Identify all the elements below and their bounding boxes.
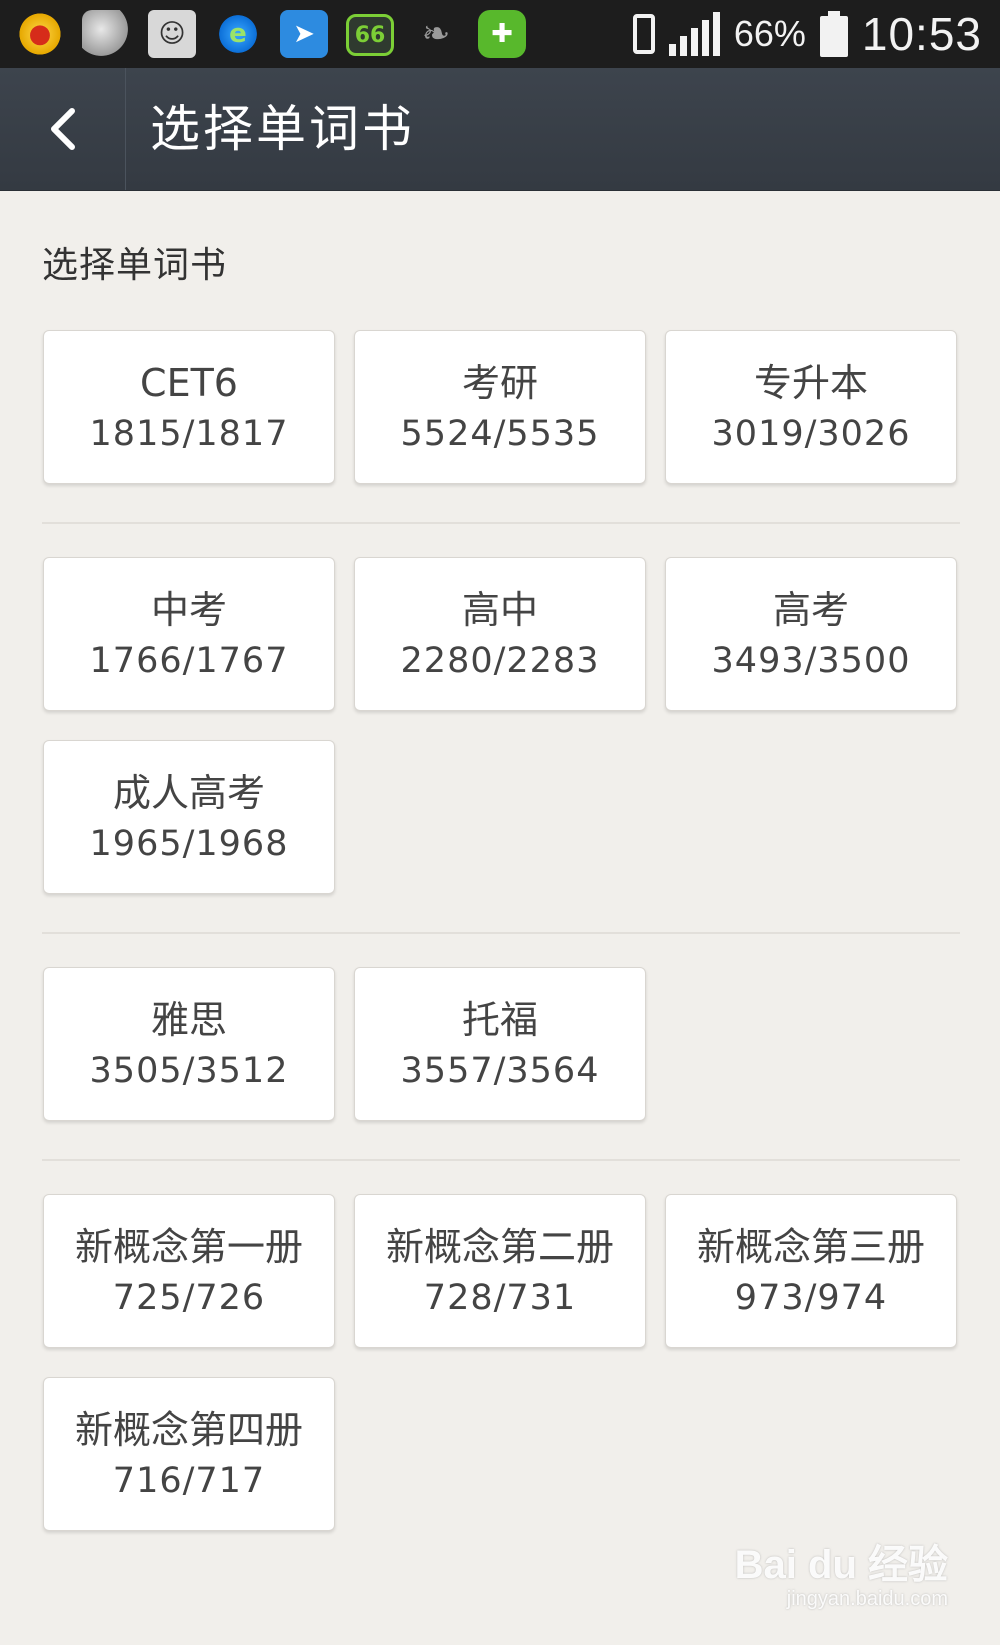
book-name: 雅思 xyxy=(150,998,227,1042)
book-card-cet6[interactable]: CET6 1815/1817 xyxy=(43,330,335,484)
group-divider xyxy=(42,932,960,934)
baidu-jingyan-watermark: Bai du 经验 jingyan.baidu.com xyxy=(735,1532,948,1611)
group-divider xyxy=(42,522,960,524)
book-name: 托福 xyxy=(461,998,538,1042)
notification-icons: ● ☺ e ➤ 66 ❧ ✚ xyxy=(16,10,526,58)
counter-icon-text: 66 xyxy=(354,22,386,48)
battery-percent: 66% xyxy=(733,13,806,54)
book-name: 新概念第一册 xyxy=(74,1225,303,1269)
section-title: 选择单词书 xyxy=(42,245,228,286)
book-card-nce-3[interactable]: 新概念第三册 973/974 xyxy=(665,1194,957,1348)
book-count: 1965/1968 xyxy=(89,824,289,864)
book-count: 2280/2283 xyxy=(400,641,600,681)
book-count: 3505/3512 xyxy=(89,1051,289,1091)
book-card-gaokao[interactable]: 高考 3493/3500 xyxy=(665,557,957,711)
vibrate-icon xyxy=(632,14,655,54)
clock: 10:53 xyxy=(861,8,982,60)
book-name: 高中 xyxy=(461,588,538,632)
back-button[interactable] xyxy=(0,68,126,190)
chevron-left-icon xyxy=(50,108,75,150)
book-name: CET6 xyxy=(140,361,238,405)
watermark-main: Bai du 经验 xyxy=(734,1543,948,1587)
book-card-zhuanshengben[interactable]: 专升本 3019/3026 xyxy=(665,330,957,484)
book-card-nce-2[interactable]: 新概念第二册 728/731 xyxy=(354,1194,646,1348)
group-divider xyxy=(42,1159,960,1161)
signal-icon xyxy=(668,12,720,56)
app-header: 选择单词书 xyxy=(0,68,1000,191)
book-card-zhongkao[interactable]: 中考 1766/1767 xyxy=(43,557,335,711)
book-name: 新概念第二册 xyxy=(385,1225,614,1269)
watermark-sub: jingyan.baidu.com xyxy=(786,1588,948,1610)
avatar-face-icon: ☺ xyxy=(148,10,196,58)
book-card-toefl[interactable]: 托福 3557/3564 xyxy=(354,967,646,1121)
book-name: 中考 xyxy=(150,588,227,632)
book-name: 考研 xyxy=(461,361,538,405)
book-count: 716/717 xyxy=(112,1461,266,1501)
book-name: 新概念第四册 xyxy=(74,1408,303,1452)
message-bird-icon: ➤ xyxy=(280,10,328,58)
book-card-kaoyan[interactable]: 考研 5524/5535 xyxy=(354,330,646,484)
egg-icon xyxy=(82,10,130,58)
book-card-gaozhong[interactable]: 高中 2280/2283 xyxy=(354,557,646,711)
book-card-nce-4[interactable]: 新概念第四册 716/717 xyxy=(43,1377,335,1531)
book-count: 1815/1817 xyxy=(89,414,289,454)
book-name: 新概念第三册 xyxy=(696,1225,925,1269)
book-card-ielts[interactable]: 雅思 3505/3512 xyxy=(43,967,335,1121)
book-count: 3019/3026 xyxy=(711,414,911,454)
book-count: 3557/3564 xyxy=(400,1051,600,1091)
book-name: 专升本 xyxy=(753,361,868,405)
book-card-nce-1[interactable]: 新概念第一册 725/726 xyxy=(43,1194,335,1348)
book-card-chengren-gaokao[interactable]: 成人高考 1965/1968 xyxy=(43,740,335,894)
book-count: 3493/3500 xyxy=(711,641,911,681)
book-count: 728/731 xyxy=(423,1278,577,1318)
counter-66-icon: 66 xyxy=(346,14,394,56)
plus-shield-icon: ✚ xyxy=(478,10,526,58)
browser-icon: e xyxy=(214,10,262,58)
book-count: 725/726 xyxy=(112,1278,266,1318)
book-name: 高考 xyxy=(772,588,849,632)
page-title: 选择单词书 xyxy=(150,100,415,158)
book-count: 5524/5535 xyxy=(400,414,600,454)
battery-icon xyxy=(819,11,848,57)
status-bar: ● ☺ e ➤ 66 ❧ ✚ 66% 10:53 xyxy=(0,0,1000,68)
qq-icon: ● xyxy=(16,10,64,58)
book-count: 973/974 xyxy=(734,1278,888,1318)
book-name: 成人高考 xyxy=(112,771,265,815)
book-count: 1766/1767 xyxy=(89,641,289,681)
leaf-icon: ❧ xyxy=(421,14,451,54)
status-indicators: 66% 10:53 xyxy=(632,4,982,64)
